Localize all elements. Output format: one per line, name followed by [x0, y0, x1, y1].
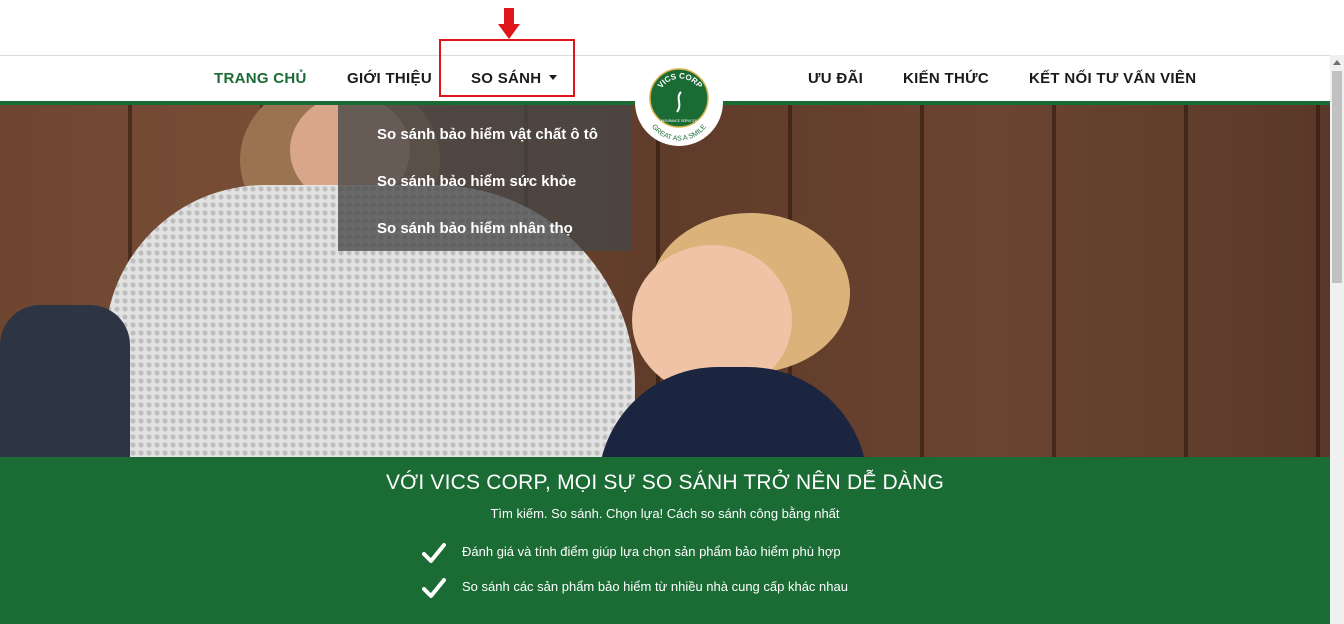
vics-corp-logo[interactable]: VICS CORP INSURANCE SERVICES GREAT AS A … — [635, 58, 723, 146]
section-subline: Tìm kiếm. So sánh. Chọn lựa! Cách so sán… — [490, 506, 840, 521]
check-icon — [422, 578, 446, 598]
nav-item-ket-noi-tu-van-vien[interactable]: KẾT NỐI TƯ VẤN VIÊN — [1029, 56, 1196, 102]
hero-image — [0, 105, 1330, 457]
woman-jeans — [0, 305, 130, 457]
caret-down-icon — [549, 75, 558, 80]
nav-item-so-sanh[interactable]: SO SÁNH — [471, 56, 558, 102]
feature-text: So sánh các sản phẩm bảo hiểm từ nhiều n… — [462, 579, 848, 594]
so-sanh-dropdown-menu: So sánh bảo hiểm vật chất ô tô So sánh b… — [338, 105, 631, 251]
svg-text:INSURANCE SERVICES: INSURANCE SERVICES — [661, 119, 697, 123]
page-scrollbar[interactable] — [1330, 55, 1344, 624]
scroll-thumb[interactable] — [1332, 71, 1342, 283]
annotation-arrow-icon — [498, 8, 520, 39]
nav-item-kien-thuc[interactable]: KIẾN THỨC — [903, 56, 989, 102]
nav-item-trang-chu[interactable]: TRANG CHỦ — [214, 56, 307, 102]
check-icon — [422, 543, 446, 563]
value-proposition-section: VỚI VICS CORP, MỌI SỰ SO SÁNH TRỞ NÊN DỄ… — [0, 457, 1330, 624]
dropdown-item-bao-hiem-vat-chat-o-to[interactable]: So sánh bảo hiểm vật chất ô tô — [377, 126, 598, 143]
scroll-up-icon[interactable] — [1333, 60, 1341, 65]
nav-item-so-sanh-label: SO SÁNH — [471, 70, 542, 87]
nav-item-gioi-thieu[interactable]: GIỚI THIỆU — [347, 56, 432, 102]
nav-item-uu-dai[interactable]: ƯU ĐÃI — [808, 56, 863, 102]
feature-text: Đánh giá và tính điểm giúp lựa chọn sản … — [462, 544, 841, 559]
child-sweater — [598, 367, 868, 457]
section-headline: VỚI VICS CORP, MỌI SỰ SO SÁNH TRỞ NÊN DỄ… — [385, 471, 945, 494]
dropdown-item-bao-hiem-nhan-tho[interactable]: So sánh bảo hiểm nhân thọ — [377, 220, 573, 237]
dropdown-item-bao-hiem-suc-khoe[interactable]: So sánh bảo hiểm sức khỏe — [377, 173, 576, 190]
